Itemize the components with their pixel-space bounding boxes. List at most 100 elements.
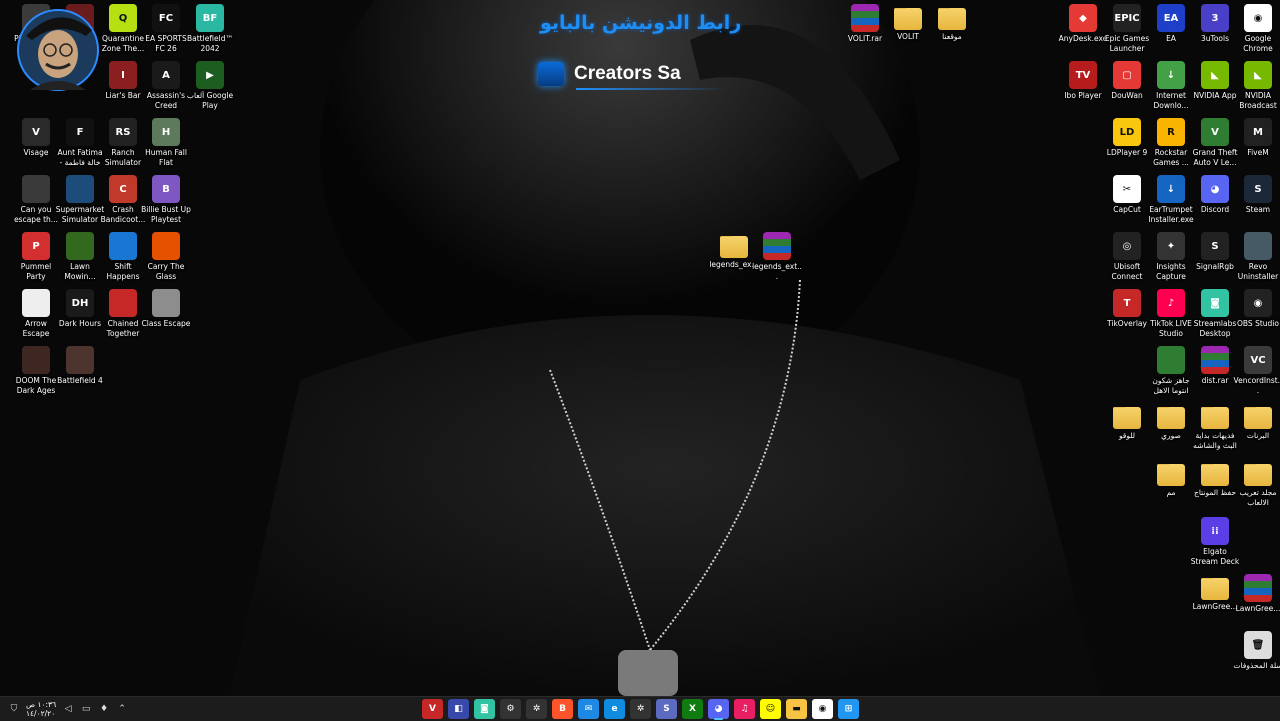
desktop-icon-label: ألعاب Google Play bbox=[186, 91, 234, 110]
desktop-icon-ea[interactable]: EA EA bbox=[1146, 4, 1196, 44]
taskbar-chatgpt-2-icon[interactable]: ✲ bbox=[630, 699, 651, 719]
desktop-icon-carry-the-glass[interactable]: Carry The Glass bbox=[141, 232, 191, 281]
desktop-icon-obs-studio[interactable]: ◉ OBS Studio bbox=[1233, 289, 1280, 329]
desktop-icon-label: DouWan bbox=[1111, 91, 1143, 100]
desktop-icon-human-fall-flat[interactable]: H Human Fall Flat bbox=[141, 118, 191, 167]
desktop-icon-fivem[interactable]: M FiveM bbox=[1233, 118, 1280, 158]
desktop-icon-legends-ext[interactable]: legends_ext... bbox=[752, 232, 802, 281]
desktop-icon-steam[interactable]: S Steam bbox=[1233, 175, 1280, 215]
app-glyph: ◉ bbox=[1253, 12, 1263, 24]
desktop-icon-label: Billie Bust Up Playtest bbox=[141, 205, 191, 224]
app-glyph: ◙ bbox=[1210, 297, 1220, 309]
desktop-icon-item[interactable]: للوقو bbox=[1102, 403, 1152, 441]
taskbar-brave-icon[interactable]: B bbox=[552, 699, 573, 719]
desktop-icon-label: سلة المحذوفات bbox=[1233, 661, 1280, 670]
app-icon: A bbox=[152, 61, 180, 89]
taskbar-voicemod-icon[interactable]: V bbox=[422, 699, 443, 719]
desktop-icon-revo-uninstaller[interactable]: Revo Uninstaller bbox=[1233, 232, 1280, 281]
taskbar-mail-icon[interactable]: ✉ bbox=[578, 699, 599, 719]
desktop-icon-ea-sports-fc-26[interactable]: FC EA SPORTS FC 26 bbox=[141, 4, 191, 53]
desktop-icon-tikoverlay[interactable]: T TikOverlay bbox=[1102, 289, 1152, 329]
taskbar-openai-icon[interactable]: ✲ bbox=[526, 699, 547, 719]
desktop-icon-anydesk-exe[interactable]: ◆ AnyDesk.exe bbox=[1058, 4, 1108, 44]
desktop-icon-label: Pummel Party bbox=[20, 262, 52, 281]
folder-icon bbox=[1201, 578, 1229, 600]
desktop-icon-item[interactable]: جاهز شكون انتوما الاهل bbox=[1146, 346, 1196, 395]
app-glyph: ♪ bbox=[1167, 297, 1175, 309]
desktop-icon-label: للوقو bbox=[1118, 431, 1136, 440]
desktop-icon-ibo-player[interactable]: TV Ibo Player bbox=[1058, 61, 1108, 101]
desktop-icon-doom-the-dark-ages[interactable]: DOOM The Dark Ages bbox=[11, 346, 61, 395]
desktop-icon-label: Visage bbox=[23, 148, 49, 157]
desktop-icon-battlefield-4[interactable]: Battlefield 4 bbox=[55, 346, 105, 386]
desktop-icon-label: Insights Capture bbox=[1156, 262, 1186, 281]
desktop-icon-volit[interactable]: VOLIT bbox=[883, 4, 933, 42]
desktop-icon-capcut[interactable]: ✂ CapCut bbox=[1102, 175, 1152, 215]
desktop-icon-item[interactable]: مم bbox=[1146, 460, 1196, 498]
chevron-up-icon[interactable]: ⌃ bbox=[116, 703, 128, 715]
desktop-icon-class-escape[interactable]: Class Escape bbox=[141, 289, 191, 329]
taskbar-profile-manager-icon[interactable]: ◧ bbox=[448, 699, 469, 719]
desktop-icon-lawngree[interactable]: LawnGree... bbox=[1233, 574, 1280, 614]
app-icon bbox=[66, 346, 94, 374]
desktop-icon-battlefield-2042[interactable]: BF Battlefield™ 2042 bbox=[185, 4, 235, 53]
app-icon: B bbox=[152, 175, 180, 203]
desktop-icon-assassin-s-creed-mirage[interactable]: A Assassin's Creed Mirage bbox=[141, 61, 191, 111]
desktop-icon-elgato-stream-deck[interactable]: ⁞⁞ Elgato Stream Deck bbox=[1190, 517, 1240, 566]
taskbar-signalrgb-icon[interactable]: S bbox=[656, 699, 677, 719]
desktop-icon-label: موقعنا bbox=[942, 32, 962, 41]
desktop-icon-tiktok-live-studio[interactable]: ♪ TikTok LIVE Studio bbox=[1146, 289, 1196, 338]
desktop-icon-google-play[interactable]: ▶ ألعاب Google Play bbox=[185, 61, 235, 110]
desktop-icon-vencordinst[interactable]: VC VencordInst... bbox=[1233, 346, 1280, 395]
network-icon[interactable]: ⛉ bbox=[8, 703, 20, 715]
desktop-icon-item[interactable]: صوري bbox=[1146, 403, 1196, 441]
app-icon: FC bbox=[152, 4, 180, 32]
desktop-icon-label: Ubisoft Connect bbox=[1111, 262, 1143, 281]
desktop-icon-epic-games-launcher[interactable]: EPIC Epic Games Launcher bbox=[1102, 4, 1152, 53]
desktop-icon-insights-capture[interactable]: ✦ Insights Capture bbox=[1146, 232, 1196, 281]
taskbar-itunes-icon[interactable]: ♫ bbox=[734, 699, 755, 719]
desktop-icon-ubisoft-connect[interactable]: ◎ Ubisoft Connect bbox=[1102, 232, 1152, 281]
desktop-icon-can-you-escape-th[interactable]: Can you escape th... bbox=[11, 175, 61, 224]
app-icon: 3 bbox=[1201, 4, 1229, 32]
clock[interactable]: ١٠:٣٦ ص ١٤/٠٢/٢٠ bbox=[26, 700, 56, 718]
app-glyph: 🗑 bbox=[1251, 639, 1265, 651]
desktop-icon-ldplayer-9[interactable]: LD LDPlayer 9 bbox=[1102, 118, 1152, 158]
desktop-icon-label: legends_ext... bbox=[752, 262, 802, 281]
desktop-icon-rockstar-games[interactable]: R Rockstar Games ... bbox=[1146, 118, 1196, 167]
taskbar-edge-icon[interactable]: e bbox=[604, 699, 625, 719]
taskbar-chatgpt-icon[interactable]: ⚙ bbox=[500, 699, 521, 719]
desktop-icon-billie-bust-up-playtest[interactable]: B Billie Bust Up Playtest bbox=[141, 175, 191, 224]
app-icon bbox=[22, 175, 50, 203]
taskbar-file-explorer-icon[interactable]: ▬ bbox=[786, 699, 807, 719]
taskbar-streamlabs-icon[interactable]: ◙ bbox=[474, 699, 495, 719]
desktop-icon-label: مجلد تعريب الالعاب bbox=[1239, 488, 1277, 507]
desktop-icon-douwan[interactable]: ▢ DouWan bbox=[1102, 61, 1152, 101]
app-glyph: ◣ bbox=[1254, 69, 1262, 81]
desktop-icon-eartrumpet-installer-exe[interactable]: ↓ EarTrumpet Installer.exe bbox=[1146, 175, 1196, 224]
microphone-icon[interactable]: ♦ bbox=[98, 703, 110, 715]
taskbar-discord-icon[interactable]: ◕ bbox=[708, 699, 729, 720]
app-glyph: ◆ bbox=[1079, 12, 1087, 24]
taskbar-chrome-icon[interactable]: ◉ bbox=[812, 699, 833, 719]
desktop-icon-item[interactable]: موقعنا bbox=[927, 4, 977, 42]
volume-icon[interactable]: ◁ bbox=[62, 703, 74, 715]
desktop-icon-label: Revo Uninstaller bbox=[1237, 262, 1279, 281]
desktop-icon-google-chrome[interactable]: ◉ Google Chrome bbox=[1233, 4, 1280, 53]
desktop-icon-arrow-escape-game[interactable]: Arrow Escape Game bbox=[11, 289, 61, 339]
desktop-icon-visage[interactable]: V Visage bbox=[11, 118, 61, 158]
app-glyph: S bbox=[1211, 240, 1219, 252]
desktop-icon-pummel-party[interactable]: P Pummel Party bbox=[11, 232, 61, 281]
taskbar-snapchat-icon[interactable]: ☺ bbox=[760, 699, 781, 719]
desktop-icon-item[interactable]: 🗑 سلة المحذوفات bbox=[1233, 631, 1280, 671]
display-icon[interactable]: ▭ bbox=[80, 703, 92, 715]
desktop-icon-internet-downlo[interactable]: ↓ Internet Downlo... bbox=[1146, 61, 1196, 110]
taskbar-windows-start-icon[interactable]: ⊞ bbox=[838, 699, 859, 719]
desktop-icon-item[interactable]: البرنات bbox=[1233, 403, 1280, 441]
app-icon: EPIC bbox=[1113, 4, 1141, 32]
taskbar-xbox-icon[interactable]: X bbox=[682, 699, 703, 719]
app-icon: ◙ bbox=[1201, 289, 1229, 317]
desktop-icon-item[interactable]: مجلد تعريب الالعاب bbox=[1233, 460, 1280, 507]
desktop-icon-label: Ibo Player bbox=[1064, 91, 1102, 100]
desktop-icon-nvidia-broadcast[interactable]: ◣ NVIDIA Broadcast bbox=[1233, 61, 1280, 110]
